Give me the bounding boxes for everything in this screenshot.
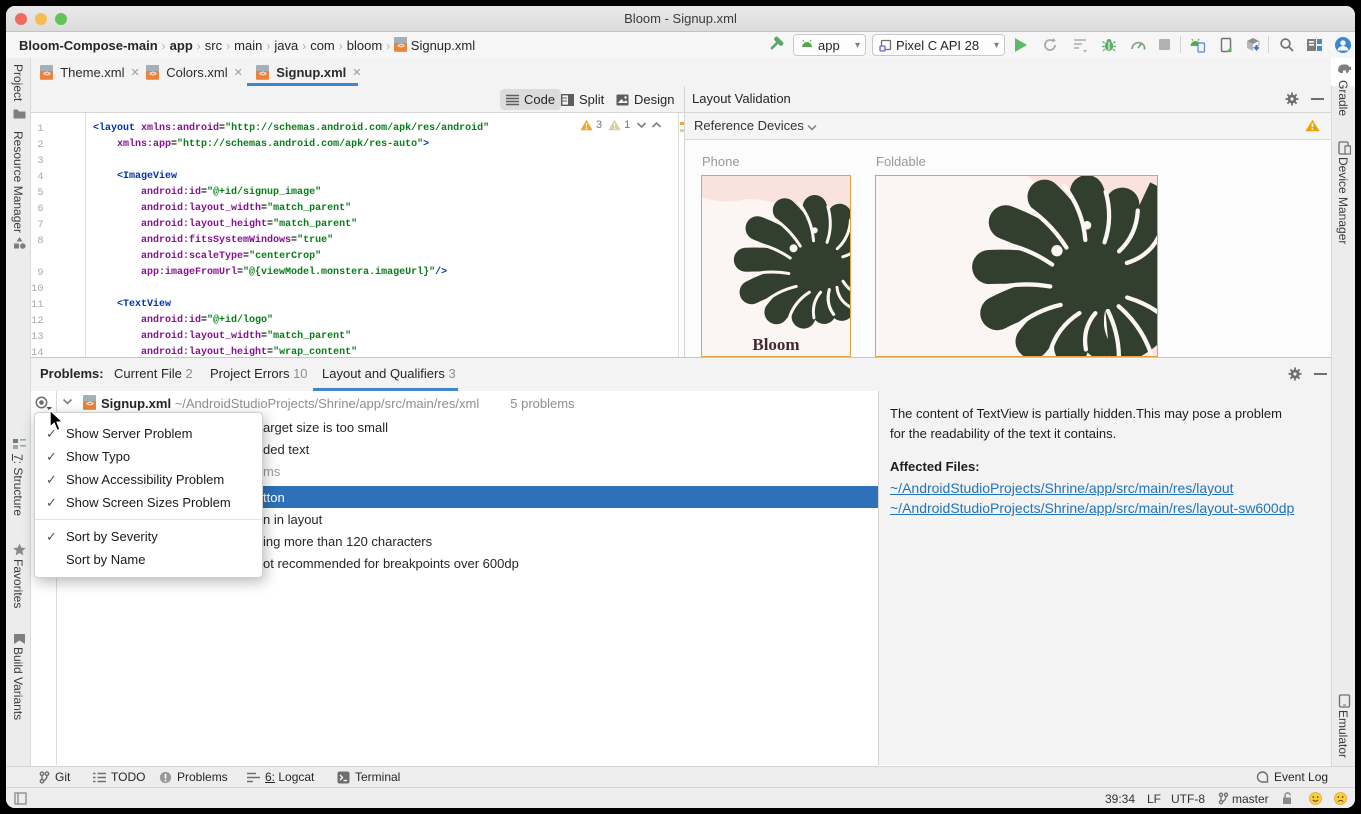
- svg-text:Bloom: Bloom: [752, 335, 799, 354]
